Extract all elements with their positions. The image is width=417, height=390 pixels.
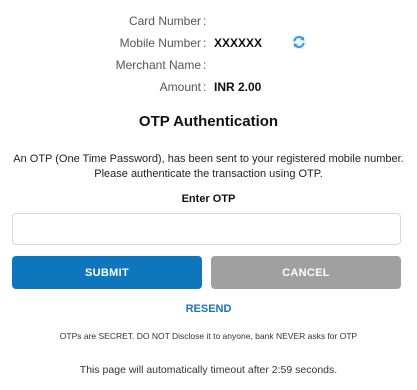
amount-colon: :: [203, 80, 207, 94]
resend-link[interactable]: RESEND: [0, 303, 417, 315]
page-title: OTP Authentication: [138, 113, 279, 130]
card-number-row: Card Number :: [0, 14, 417, 36]
amount-label: Amount: [159, 80, 201, 94]
mobile-number-value: XXXXXX: [214, 36, 263, 50]
otp-sent-message: An OTP (One Time Password), has been sen…: [13, 153, 404, 180]
submit-button[interactable]: SUBMIT: [12, 256, 202, 289]
amount-value: INR 2.00: [214, 80, 262, 94]
merchant-name-label: Merchant Name: [115, 58, 201, 72]
cancel-button[interactable]: CANCEL: [211, 256, 401, 289]
merchant-name-row: Merchant Name :: [0, 58, 417, 80]
timeout-message: This page will automatically timeout aft…: [79, 364, 338, 376]
otp-field-label: Enter OTP: [181, 193, 236, 205]
security-note: OTPs are SECRET. DO NOT Disclose it to a…: [59, 331, 358, 341]
refresh-icon[interactable]: [291, 34, 307, 50]
transaction-details: Card Number : Mobile Number : XXXXXX Mer…: [0, 14, 417, 102]
card-number-colon: :: [203, 14, 207, 28]
otp-input[interactable]: [12, 213, 401, 245]
merchant-name-colon: :: [203, 58, 207, 72]
card-number-label: Card Number: [128, 14, 201, 28]
mobile-number-label: Mobile Number: [119, 36, 201, 50]
mobile-number-row: Mobile Number : XXXXXX: [0, 34, 417, 58]
mobile-number-colon: :: [203, 36, 207, 50]
amount-row: Amount : INR 2.00: [0, 80, 417, 102]
